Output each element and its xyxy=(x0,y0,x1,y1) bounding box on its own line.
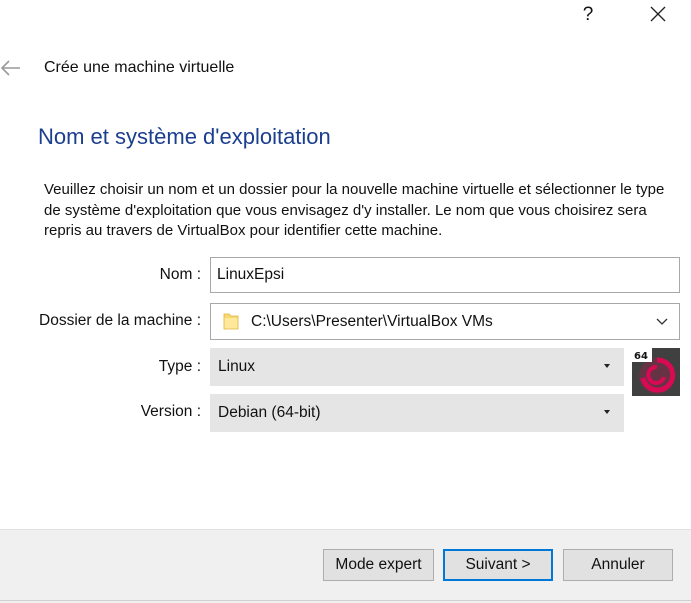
wizard-title: Crée une machine virtuelle xyxy=(44,59,235,76)
dropdown-arrow-icon xyxy=(604,410,610,414)
os-badge-label: 64 xyxy=(634,351,648,362)
debian-64-icon: 64 xyxy=(632,348,680,396)
version-value: Debian (64-bit) xyxy=(218,404,321,421)
folder-path: C:\Users\Presenter\VirtualBox VMs xyxy=(251,313,493,330)
next-button[interactable]: Suivant > xyxy=(443,549,553,581)
section-description: Veuillez choisir un nom et un dossier po… xyxy=(44,181,665,239)
divider xyxy=(0,600,691,601)
type-value: Linux xyxy=(218,358,256,375)
folder-icon xyxy=(223,311,239,331)
help-button[interactable]: ? xyxy=(570,2,606,28)
close-button[interactable] xyxy=(638,2,678,28)
dropdown-arrow-icon xyxy=(604,364,610,368)
chevron-down-icon[interactable] xyxy=(655,315,669,329)
folder-combobox[interactable]: C:\Users\Presenter\VirtualBox VMs xyxy=(210,303,680,340)
version-select[interactable]: Debian (64-bit) xyxy=(210,394,624,432)
name-input[interactable] xyxy=(210,257,680,293)
close-icon xyxy=(650,6,666,22)
help-label: ? xyxy=(582,4,594,25)
cancel-button[interactable]: Annuler xyxy=(563,549,673,581)
folder-label: Dossier de la machine : xyxy=(39,312,201,329)
back-arrow-icon[interactable] xyxy=(0,58,24,78)
type-select[interactable]: Linux xyxy=(210,348,624,386)
section-title: Nom et système d'exploitation xyxy=(38,124,331,149)
expert-mode-button[interactable]: Mode expert xyxy=(323,549,434,581)
name-label: Nom : xyxy=(159,266,201,283)
type-label: Type : xyxy=(158,358,201,375)
version-label: Version : xyxy=(140,403,201,420)
create-vm-wizard-window: ? Crée une machine virtuelle Nom et syst… xyxy=(0,0,691,603)
